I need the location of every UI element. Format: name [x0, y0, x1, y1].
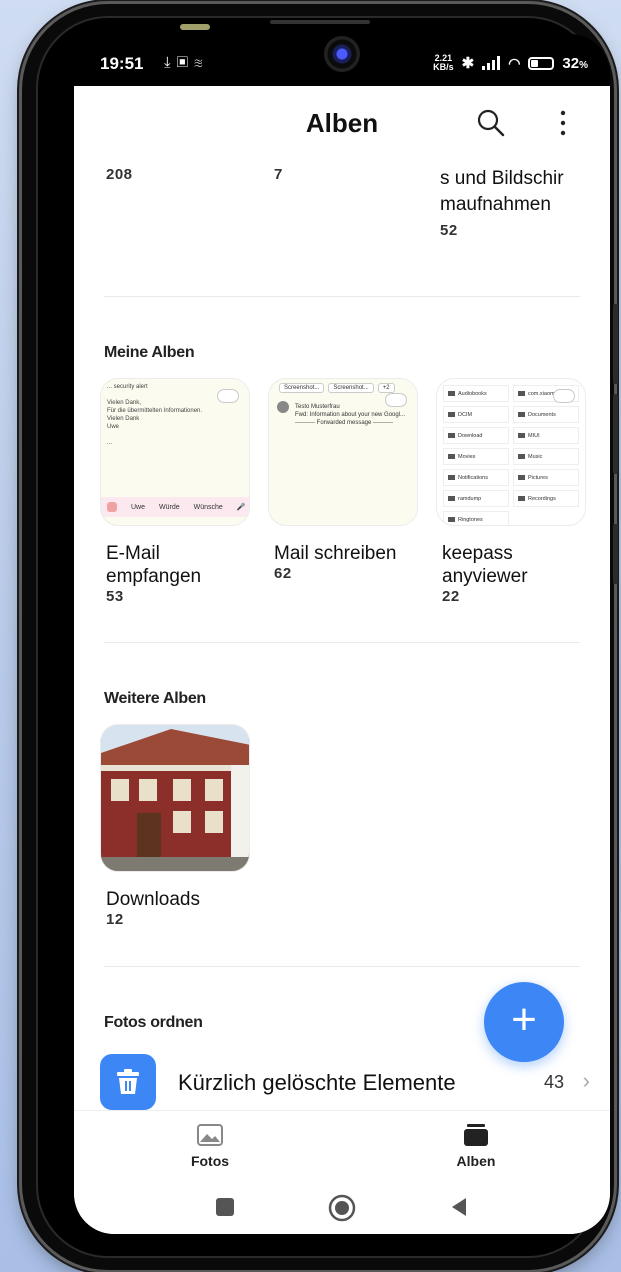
front-camera — [324, 36, 360, 72]
album-name: E-Mail empfangen — [106, 543, 202, 587]
trash-icon — [100, 1054, 156, 1110]
home-button[interactable] — [328, 1194, 356, 1222]
avatar — [277, 401, 289, 413]
wifi-icon: ◠ — [508, 54, 521, 71]
album-count: 62 — [274, 565, 292, 582]
album-name: s und Bildschir — [440, 168, 564, 189]
album-count: 208 — [106, 166, 133, 183]
albums-icon — [464, 1124, 488, 1146]
system-navigation-bar — [74, 1180, 610, 1234]
cloud-icon — [385, 393, 407, 407]
recents-button[interactable] — [214, 1196, 236, 1218]
signal-icon — [482, 56, 501, 70]
thumbnail-keyboard: Uwe Würde Wünsche 🎤 — [101, 497, 249, 517]
bluetooth-icon: ✱ — [461, 55, 475, 72]
recently-deleted-count: 43 — [543, 1072, 564, 1092]
earpiece — [180, 24, 210, 30]
bottom-navigation: Fotos Alben — [74, 1110, 610, 1180]
album-item-write-mail[interactable]: Screenshot... Screenshot... +2 Testo Muste… — [268, 378, 418, 582]
power-button — [613, 524, 618, 584]
album-name: Downloads — [106, 889, 200, 910]
download-done-icon: ⤓ — [164, 54, 177, 71]
thumbnail-tabs: Screenshot... Screenshot... +2 — [279, 383, 395, 393]
back-button[interactable] — [448, 1196, 470, 1218]
thumbnail-text: ... security alert Vielen Dank, Für die … — [107, 384, 203, 446]
screen: 19:51 ⤓▣≋ 2.21 KB/s ✱ ◠ 32% Alben 208 7 … — [74, 34, 610, 1234]
cloud-icon — [217, 389, 239, 403]
section-title-more-albums: Weitere Alben — [104, 690, 206, 707]
album-count: 22 — [442, 588, 460, 605]
plus-icon: + — [511, 995, 537, 1044]
status-time: 19:51 — [100, 54, 144, 73]
album-item-keepass[interactable]: Audiobooks com.xiaomi... DCIM Documents … — [436, 378, 586, 605]
album-item-downloads[interactable]: Downloads 12 — [100, 724, 250, 928]
house-photo — [101, 725, 249, 871]
album-count: 7 — [274, 166, 283, 183]
album-item-screenshots[interactable]: s und Bildschir maufnahmen 52 — [440, 166, 564, 244]
thumbnail-text: Testo Musterfrau Fwd: Information about … — [295, 404, 406, 426]
volume-button — [613, 304, 618, 384]
album-thumbnail — [100, 724, 250, 872]
gallery-app: Alben 208 7 s und Bildschir maufnahmen 5… — [74, 86, 610, 1234]
phone-frame: 19:51 ⤓▣≋ 2.21 KB/s ✱ ◠ 32% Alben 208 7 … — [22, 4, 618, 1270]
divider — [104, 966, 580, 967]
album-count: 52 — [440, 222, 458, 239]
notification-icons: ⤓▣≋ — [164, 54, 209, 71]
volume-button — [613, 394, 618, 474]
net-speed: 2.21 KB/s — [433, 53, 454, 72]
tab-albums[interactable]: Alben — [416, 1123, 536, 1169]
album-name: keepass anyviewer — [442, 543, 528, 587]
chevron-right-icon: › — [582, 1068, 590, 1093]
battery-level: 32% — [562, 54, 588, 72]
page-title: Alben — [305, 108, 379, 138]
battery-icon — [528, 56, 555, 70]
tab-photos[interactable]: Fotos — [150, 1123, 270, 1169]
album-thumbnail: Screenshot... Screenshot... +2 Testo Muste… — [268, 378, 418, 526]
album-count: 53 — [106, 588, 124, 605]
album-name: maufnahmen — [440, 194, 551, 215]
top-bar: Alben — [74, 86, 610, 156]
add-album-button[interactable]: + — [484, 982, 564, 1062]
status-bar: 19:51 ⤓▣≋ 2.21 KB/s ✱ ◠ 32% — [74, 34, 610, 86]
section-title-my-albums: Meine Alben — [104, 344, 195, 361]
speaker-grill — [270, 20, 370, 24]
album-thumbnail: Audiobooks com.xiaomi... DCIM Documents … — [436, 378, 586, 526]
recently-deleted-row[interactable]: Kürzlich gelöschte Elemente 43 › — [100, 1054, 590, 1110]
layers-icon: ≋ — [194, 54, 209, 71]
image-icon — [197, 1124, 223, 1146]
divider — [104, 296, 580, 297]
cloud-icon — [553, 389, 575, 403]
folder-grid: Audiobooks com.xiaomi... DCIM Documents … — [443, 385, 579, 525]
mic-icon: 🎤 — [236, 504, 246, 511]
album-name: Mail schreiben — [274, 543, 397, 564]
album-item-email-received[interactable]: ... security alert Vielen Dank, Für die … — [100, 378, 250, 605]
divider — [104, 642, 580, 643]
album-thumbnail: ... security alert Vielen Dank, Für die … — [100, 378, 250, 526]
section-title-organize: Fotos ordnen — [104, 1014, 203, 1031]
search-icon[interactable] — [476, 108, 506, 138]
sim-icon: ▣ — [176, 54, 195, 71]
album-count: 12 — [106, 911, 124, 928]
more-options-icon[interactable] — [550, 108, 576, 138]
status-right: 2.21 KB/s ✱ ◠ 32% — [433, 53, 588, 73]
recently-deleted-label: Kürzlich gelöschte Elemente — [178, 1070, 456, 1095]
